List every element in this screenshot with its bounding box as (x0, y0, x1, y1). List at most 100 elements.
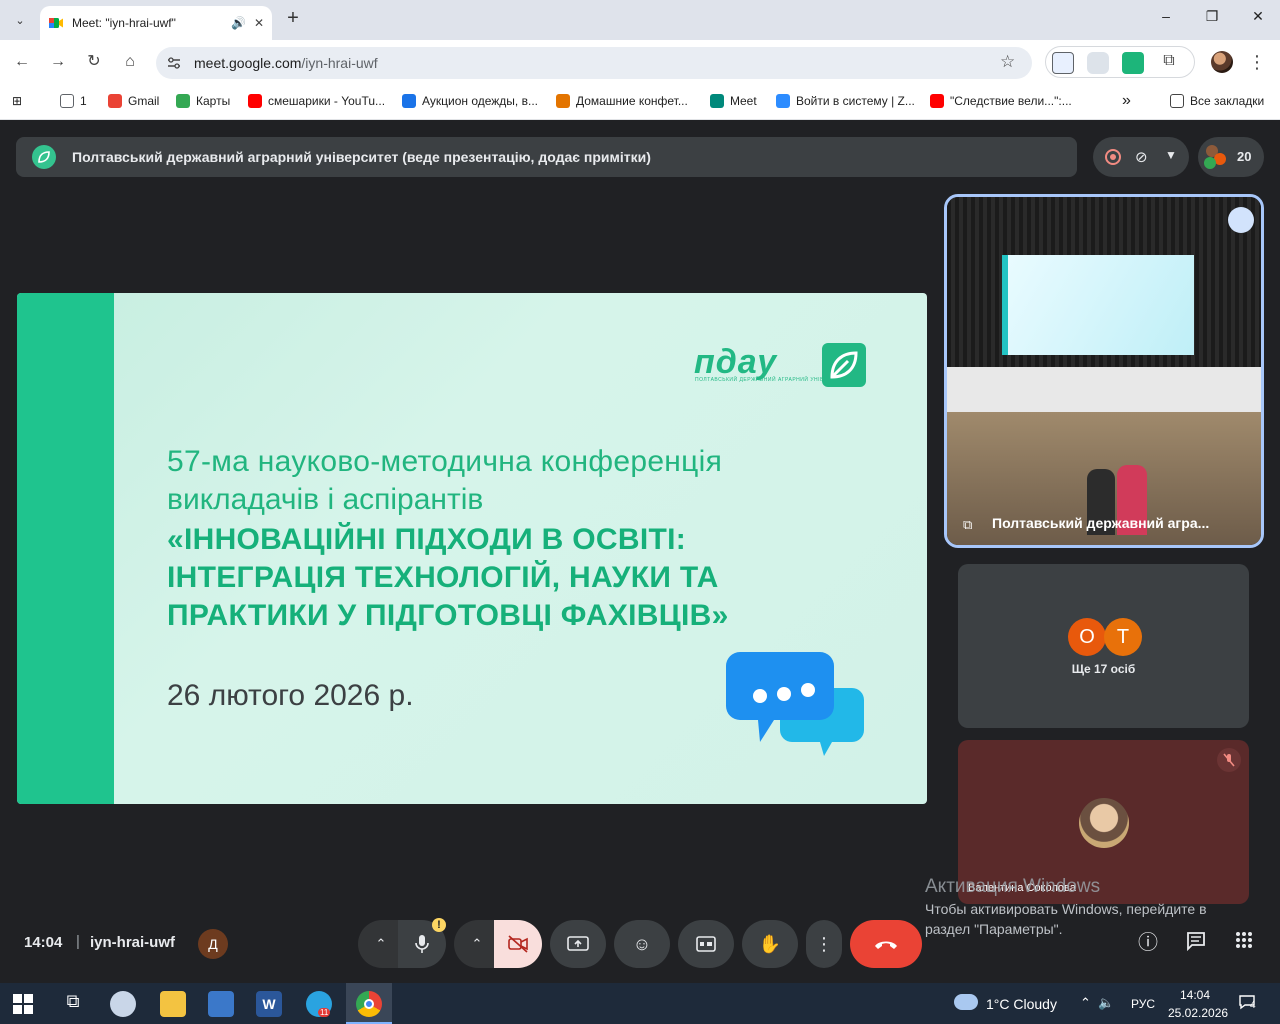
bookmarks-more-button[interactable]: » (1122, 92, 1131, 110)
bookmark-label: смешарики - YouTu... (268, 94, 386, 108)
projected-screen (1002, 255, 1194, 355)
bookmark-item[interactable]: Аукцион одежды, в... (402, 92, 538, 110)
leaf-logo-icon (32, 145, 56, 169)
host-badge: Д (198, 929, 228, 959)
bookmark-label: Аукцион одежды, в... (422, 94, 538, 108)
back-icon[interactable]: ← (10, 50, 34, 74)
emoji-icon: ☺ (632, 933, 652, 954)
address-bar[interactable]: meet.google.com/iyn-hrai-uwf (156, 47, 1032, 79)
youtube-icon (930, 94, 944, 108)
window-close-button[interactable]: ✕ (1246, 8, 1270, 32)
windows-start-icon[interactable] (12, 993, 38, 1019)
bookmark-item[interactable]: смешарики - YouTu... (248, 92, 385, 110)
leave-call-button[interactable] (850, 920, 922, 968)
recording-controls[interactable]: ⊘ ▼ (1093, 137, 1189, 177)
camera-off-icon (508, 935, 528, 953)
weather-text[interactable]: 1°C Cloudy (986, 996, 1057, 1012)
telegram-badge: 11 (318, 1008, 331, 1017)
slide-heading-line: ПРАКТИКИ У ПІДГОТОВЦІ ФАХІВЦІВ» (167, 599, 729, 632)
no-video-recording-icon[interactable]: ⊘ (1135, 148, 1153, 166)
bookmark-label: Gmail (128, 94, 160, 108)
puzzle-extensions-icon[interactable]: ⧉ (1158, 52, 1180, 74)
chevron-down-icon[interactable]: ▼ (1165, 148, 1177, 162)
slide-accent-bar (17, 293, 114, 804)
present-button[interactable] (550, 920, 606, 968)
avatar: О (1068, 618, 1106, 656)
bookmark-item[interactable]: "Следствие вели...":... (930, 92, 1072, 110)
browser-menu-icon[interactable]: ⋮ (1248, 52, 1266, 73)
site-info-icon[interactable] (166, 55, 182, 71)
bookmark-label: "Следствие вели...":... (950, 94, 1072, 108)
slide-heading-line: «ІННОВАЦІЙНІ ПІДХОДИ В ОСВІТІ: (167, 523, 687, 556)
presenter-banner: Полтавський державний аграрний університ… (16, 137, 1077, 177)
more-options-button[interactable]: ⋮ (806, 920, 842, 968)
task-view-icon[interactable]: ⧉ (60, 991, 86, 1017)
bookmark-star-icon[interactable]: ☆ (1000, 52, 1015, 72)
windows-activation-title: Активация Windows (925, 876, 1101, 897)
meet-icon (710, 94, 724, 108)
bookmark-item[interactable]: Войти в систему | Z... (776, 92, 915, 110)
new-tab-button[interactable]: + (282, 8, 304, 30)
bookmark-item[interactable]: 1 (60, 92, 87, 110)
zoom-icon (776, 94, 790, 108)
system-tray-icons[interactable]: ⌃ 🔈 (1080, 995, 1114, 1011)
window-restore-button[interactable]: ❐ (1200, 8, 1224, 32)
all-bookmarks-label: Все закладки (1190, 94, 1265, 108)
activities-grid-icon[interactable] (1231, 930, 1257, 956)
forward-icon[interactable]: → (46, 50, 70, 74)
taskbar-date[interactable]: 25.02.2026 (1168, 1006, 1228, 1020)
mic-off-icon (1217, 748, 1241, 772)
tab-audio-icon[interactable]: 🔊 (231, 16, 246, 30)
paint-app-icon[interactable] (110, 991, 136, 1017)
shield-extension-icon[interactable] (1087, 52, 1109, 74)
camera-button[interactable] (494, 920, 542, 968)
separator: | (76, 933, 80, 950)
tab-close-icon[interactable]: ✕ (254, 16, 264, 30)
tab-title: Meet: "iyn-hrai-uwf" (72, 16, 176, 30)
captions-button[interactable] (678, 920, 734, 968)
university-logo-icon (822, 343, 866, 387)
slide-date: 26 лютого 2026 р. (167, 679, 414, 712)
input-language[interactable]: РУС (1131, 997, 1155, 1011)
avatar (1079, 798, 1129, 848)
bookmark-label: 1 (80, 94, 87, 108)
cloud-icon[interactable] (954, 994, 978, 1010)
notification-center-icon[interactable]: 4 (1238, 994, 1258, 1012)
word-app-icon[interactable]: W (256, 991, 282, 1017)
green-extension-icon[interactable] (1122, 52, 1144, 74)
reload-icon[interactable]: ↻ (82, 50, 106, 74)
profile-avatar[interactable] (1211, 51, 1233, 73)
tab-meet[interactable]: Meet: "iyn-hrai-uwf" 🔊 ✕ (40, 6, 272, 40)
home-icon[interactable]: ⌂ (118, 50, 142, 74)
url-host: meet.google.com (194, 55, 302, 71)
reactions-button[interactable]: ☺ (614, 920, 670, 968)
windows-activation-text: раздел "Параметры". (925, 921, 1063, 937)
all-bookmarks-button[interactable]: Все закладки (1170, 92, 1264, 110)
bookmark-item[interactable]: Meet (710, 92, 757, 110)
chat-icon[interactable] (1183, 930, 1209, 956)
captions-icon (696, 936, 716, 952)
cast-extension-icon[interactable] (1052, 52, 1074, 74)
tab-search-chevron-icon[interactable]: ⌄ (8, 8, 32, 32)
meeting-info-icon[interactable]: ⓘ (1135, 930, 1161, 956)
calculator-icon[interactable] (208, 991, 234, 1017)
recording-icon[interactable] (1105, 149, 1121, 165)
chrome-icon[interactable] (356, 991, 382, 1017)
file-explorer-icon[interactable] (160, 991, 186, 1017)
raise-hand-button[interactable]: ✋ (742, 920, 798, 968)
bookmark-item[interactable]: Gmail (108, 92, 159, 110)
bookmark-item[interactable]: Домашние конфет... (556, 92, 688, 110)
apps-grid-icon[interactable]: ⊞ (12, 92, 22, 110)
presenter-video-tile[interactable]: ⧉ Полтавський державний агра... (944, 194, 1264, 548)
taskbar-time[interactable]: 14:04 (1180, 988, 1210, 1002)
bookmark-label: Meet (730, 94, 757, 108)
others-tile[interactable]: О Т Ще 17 осіб (958, 564, 1249, 728)
bookmark-label: Домашние конфет... (576, 94, 688, 108)
participants-button[interactable] (1198, 137, 1264, 177)
window-minimize-button[interactable]: – (1154, 8, 1178, 32)
participant-name: Полтавський державний агра... (992, 515, 1210, 531)
bookmark-item[interactable]: Карты (176, 92, 230, 110)
hand-icon: ✋ (758, 933, 782, 954)
presentation-slide: пдау ПОЛТАВСЬКИЙ ДЕРЖАВНИЙ АГРАРНИЙ УНІВ… (17, 293, 927, 804)
present-screen-icon (567, 936, 589, 951)
